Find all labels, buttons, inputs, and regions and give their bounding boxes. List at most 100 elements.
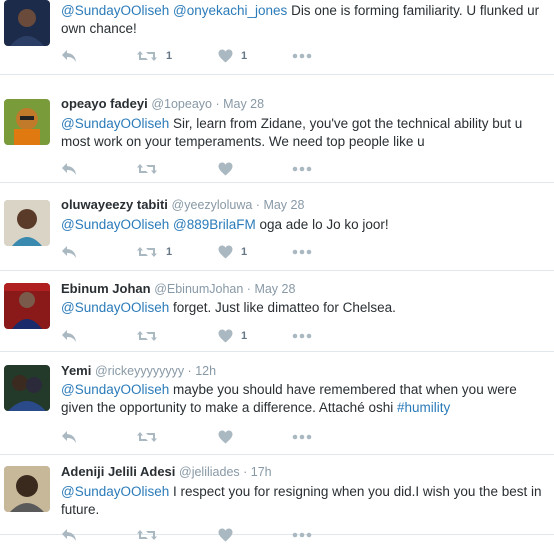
more-options-button[interactable]	[292, 46, 312, 66]
tweet-item[interactable]: oluwayeezy tabiti @yeezyloluwa · May 28 @…	[0, 183, 554, 271]
reply-button[interactable]	[61, 46, 77, 66]
tweet-header: Ebinum Johan @EbinumJohan · May 28	[61, 281, 295, 297]
user-fullname[interactable]: opeayo fadeyi	[61, 96, 148, 111]
tweet-actions: 11	[61, 46, 541, 66]
like-button[interactable]	[218, 159, 241, 179]
retweet-icon	[136, 245, 158, 259]
tweet-header: oluwayeezy tabiti @yeezyloluwa · May 28	[61, 197, 304, 213]
more-options-button[interactable]	[292, 525, 312, 545]
retweet-button[interactable]	[136, 427, 166, 447]
heart-icon	[218, 528, 233, 542]
separator-dot: ·	[243, 282, 255, 296]
tweet-text: @SundayOOliseh maybe you should have rem…	[61, 381, 549, 417]
tweet-header: opeayo fadeyi @1opeayo · May 28	[61, 96, 264, 112]
like-button[interactable]: 1	[218, 326, 247, 346]
more-dots-icon	[292, 166, 312, 172]
tweet-timestamp[interactable]: May 28	[254, 282, 295, 296]
reply-button[interactable]	[61, 159, 77, 179]
more-options-button[interactable]	[292, 242, 312, 262]
tweet-text-segment: forget. Just like dimatteo for Chelsea.	[169, 300, 396, 315]
retweet-icon	[136, 162, 158, 176]
tweet-text-segment: oga ade lo Jo ko joor!	[255, 217, 389, 232]
user-fullname[interactable]: Yemi	[61, 363, 91, 378]
tweet-actions: 11	[61, 242, 541, 262]
hashtag-link[interactable]: #humility	[397, 400, 450, 415]
more-options-button[interactable]	[292, 427, 312, 447]
tweet-timestamp[interactable]: May 28	[263, 198, 304, 212]
mention-link[interactable]: @SundayOOliseh	[61, 217, 169, 232]
tweet-text: @SundayOOliseh forget. Just like dimatte…	[61, 299, 549, 317]
tweet-timestamp[interactable]: 12h	[195, 364, 216, 378]
retweet-count: 1	[166, 50, 173, 62]
tweet-item[interactable]: nomofosdotcom @thunmishe · May 28@Sunday…	[0, 0, 554, 75]
like-count: 1	[241, 50, 248, 62]
user-handle[interactable]: @1opeayo	[151, 97, 212, 111]
more-dots-icon	[292, 434, 312, 440]
retweet-button[interactable]: 1	[136, 242, 172, 262]
more-options-button[interactable]	[292, 159, 312, 179]
avatar[interactable]	[4, 0, 50, 46]
mention-link[interactable]: @889BrilaFM	[173, 217, 256, 232]
tweet-text: @SundayOOliseh @onyekachi_jones Dis one …	[61, 2, 549, 38]
user-handle[interactable]: @yeezyloluwa	[172, 198, 253, 212]
mention-link[interactable]: @SundayOOliseh	[61, 3, 169, 18]
separator-dot: ·	[252, 198, 264, 212]
mention-link[interactable]: @onyekachi_jones	[173, 3, 287, 18]
more-dots-icon	[292, 532, 312, 538]
retweet-button[interactable]	[136, 326, 166, 346]
tweet-text: @SundayOOliseh Sir, learn from Zidane, y…	[61, 115, 549, 151]
reply-button[interactable]	[61, 242, 77, 262]
tweet-actions	[61, 525, 541, 545]
user-handle[interactable]: @rickeyyyyyyyy	[95, 364, 184, 378]
like-button[interactable]: 1	[218, 242, 247, 262]
reply-button[interactable]	[61, 525, 77, 545]
tweet-item[interactable]: opeayo fadeyi @1opeayo · May 28 @SundayOO…	[0, 75, 554, 183]
tweet-timestamp[interactable]: 17h	[251, 465, 272, 479]
mention-link[interactable]: @SundayOOliseh	[61, 484, 169, 499]
avatar[interactable]	[4, 99, 50, 145]
tweet-timestamp[interactable]: May 28	[223, 97, 264, 111]
reply-button[interactable]	[61, 427, 77, 447]
more-options-button[interactable]	[292, 326, 312, 346]
heart-icon	[218, 245, 233, 259]
more-dots-icon	[292, 53, 312, 59]
mention-link[interactable]: @SundayOOliseh	[61, 382, 169, 397]
reply-icon	[61, 49, 77, 63]
retweet-button[interactable]	[136, 159, 166, 179]
heart-icon	[218, 329, 233, 343]
like-button[interactable]: 1	[218, 46, 247, 66]
mention-link[interactable]: @SundayOOliseh	[61, 300, 169, 315]
user-fullname[interactable]: Adeniji Jelili Adesi	[61, 464, 175, 479]
like-count: 1	[241, 330, 248, 342]
reply-icon	[61, 528, 77, 542]
user-handle[interactable]: @EbinumJohan	[154, 282, 243, 296]
avatar[interactable]	[4, 200, 50, 246]
retweet-button[interactable]	[136, 525, 166, 545]
avatar[interactable]	[4, 365, 50, 411]
tweet-text: @SundayOOliseh I respect you for resigni…	[61, 483, 549, 519]
heart-icon	[218, 162, 233, 176]
avatar[interactable]	[4, 283, 50, 329]
like-button[interactable]	[218, 525, 241, 545]
heart-icon	[218, 430, 233, 444]
tweet-header: Adeniji Jelili Adesi @jeliliades · 17h	[61, 464, 272, 480]
user-handle[interactable]: @jeliliades	[179, 465, 240, 479]
reply-button[interactable]	[61, 326, 77, 346]
retweet-icon	[136, 430, 158, 444]
mention-link[interactable]: @SundayOOliseh	[61, 116, 169, 131]
tweet-text: @SundayOOliseh @889BrilaFM oga ade lo Jo…	[61, 216, 549, 234]
user-fullname[interactable]: Ebinum Johan	[61, 281, 151, 296]
tweet-item[interactable]: Yemi @rickeyyyyyyyy · 12h @SundayOOliseh …	[0, 352, 554, 455]
more-dots-icon	[292, 249, 312, 255]
reply-icon	[61, 329, 77, 343]
tweet-item[interactable]: Ebinum Johan @EbinumJohan · May 28 @Sunda…	[0, 271, 554, 352]
tweet-item[interactable]: Adeniji Jelili Adesi @jeliliades · 17h @S…	[0, 455, 554, 542]
user-fullname[interactable]: oluwayeezy tabiti	[61, 197, 168, 212]
tweet-actions	[61, 159, 541, 179]
separator-dot: ·	[211, 97, 224, 111]
avatar[interactable]	[4, 466, 50, 512]
retweet-button[interactable]: 1	[136, 46, 172, 66]
heart-icon	[218, 49, 233, 63]
like-button[interactable]	[218, 427, 241, 447]
retweet-icon	[136, 329, 158, 343]
